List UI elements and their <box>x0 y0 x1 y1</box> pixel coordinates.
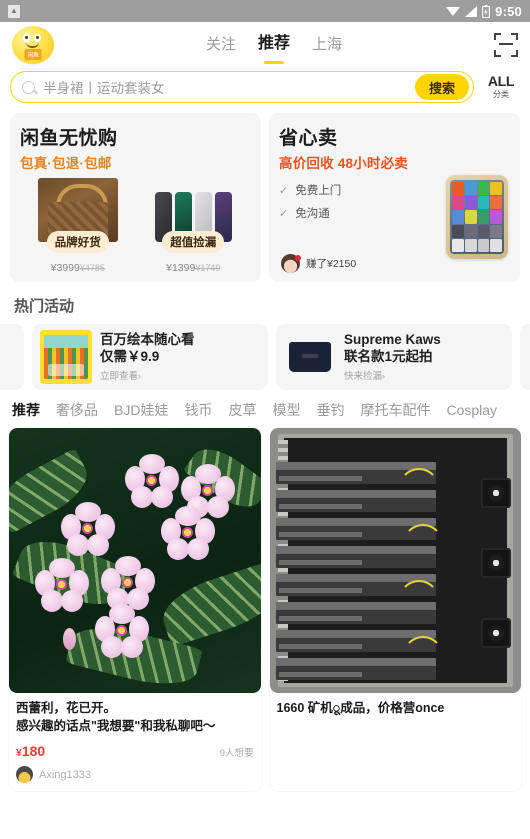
category-tab-fishing[interactable]: 垂钓 <box>316 400 344 420</box>
banner-item-bargain[interactable]: 超值捡漏 ¥1399¥1749 <box>136 178 252 274</box>
product-info: 1660 矿机ू成品，价格营once <box>270 693 522 725</box>
price-original: ¥4785 <box>79 263 105 273</box>
tab-recommend[interactable]: 推荐 <box>258 32 290 57</box>
all-categories-secondary: 分类 <box>493 90 509 99</box>
product-want-count: 9人想要 <box>219 748 254 760</box>
logo-eye-right <box>34 33 41 42</box>
all-categories-primary: ALL <box>487 73 515 89</box>
product-title: 西蕾利，花已开。 感兴趣的话点"我想要"和我私聊吧～ <box>16 701 216 734</box>
product-feed-grid: 西蕾利，花已开。 感兴趣的话点"我想要"和我私聊吧～ ¥180 9人想要 Axi… <box>0 428 530 792</box>
category-tab-fur[interactable]: 皮草 <box>228 400 256 420</box>
category-tab-models[interactable]: 模型 <box>272 400 300 420</box>
banner-items: 品牌好货 ¥3999¥4785 超值捡漏 ¥1399¥1749 <box>20 178 251 274</box>
price-current: ¥3999 <box>50 262 80 274</box>
category-tab-strip[interactable]: 推荐 奢侈品 BJD娃娃 钱币 皮草 模型 垂钓 摩托车配件 Cosplay <box>0 390 530 428</box>
benefit-label: 免沟通 <box>295 208 330 220</box>
price-current: ¥1399 <box>166 262 196 274</box>
search-row: 半身裙丨运动套装女 搜索 ALL 分类 <box>0 67 530 113</box>
product-price-row: ¥180 9人想要 <box>16 743 254 759</box>
product-price: ¥180 <box>16 743 46 760</box>
search-input[interactable]: 半身裙丨运动套装女 搜索 <box>10 71 474 103</box>
search-placeholder: 半身裙丨运动套装女 <box>43 81 165 96</box>
banner-item-pill: 品牌好货 <box>46 231 109 253</box>
logo-badge: 闲鱼 <box>24 48 42 60</box>
status-bar-left: ▲ <box>8 4 20 18</box>
activity-line2: 联名款1元起拍 <box>344 348 433 364</box>
status-bar: ▲ 9:50 <box>0 0 530 22</box>
user-avatar <box>16 766 33 784</box>
activity-action[interactable]: 快来捡漏› <box>344 368 441 382</box>
signal-icon <box>465 5 478 17</box>
benefit-label: 免费上门 <box>295 185 342 197</box>
status-bar-clock: 9:50 <box>495 3 522 19</box>
status-bar-right: 9:50 <box>446 4 522 19</box>
battery-icon <box>482 4 491 18</box>
activity-card-partial[interactable] <box>0 324 24 390</box>
category-tab-bjd-dolls[interactable]: BJD娃娃 <box>114 400 168 420</box>
hot-activities-title: 热门活动 <box>14 298 75 315</box>
gold-iphone-thumb <box>446 175 508 259</box>
top-navigation-bar: 闲鱼 关注 推荐 上海 <box>0 22 530 67</box>
tab-shanghai[interactable]: 上海 <box>312 33 342 57</box>
search-icon <box>22 80 35 94</box>
app-notification-icon: ▲ <box>8 4 20 18</box>
product-title: 1660 矿机ू成品，价格营once <box>276 701 445 715</box>
picture-book-icon <box>40 330 92 384</box>
activity-card-supreme-kaws[interactable]: Supreme Kaws 联名款1元起拍 快来捡漏› <box>276 324 512 390</box>
hot-activities-carousel[interactable]: 百万绘本随心看 仅需￥9.9 立即查看› Supreme Kaws 联名款1元起… <box>0 324 530 390</box>
category-tab-recommend[interactable]: 推荐 <box>12 400 40 420</box>
activity-card-mobile-games[interactable]: 正版手游 专属折扣 1折起› <box>520 324 530 390</box>
banner-subtitle: 包真·包退·包邮 <box>20 156 112 171</box>
product-info: 西蕾利，花已开。 感兴趣的话点"我想要"和我私聊吧～ ¥180 9人想要 Axi… <box>9 693 261 791</box>
promo-banners: 闲鱼无忧购 包真·包退·包邮 品牌好货 ¥3999¥4785 超值捡漏 ¥139… <box>0 113 530 282</box>
category-tab-luxury[interactable]: 奢侈品 <box>56 400 98 420</box>
tshirt-icon <box>284 330 336 384</box>
category-tab-coins[interactable]: 钱币 <box>184 400 212 420</box>
all-categories-button[interactable]: ALL 分类 <box>482 74 520 100</box>
logo-mouth <box>26 42 39 48</box>
banner-easy-sell[interactable]: 省心卖 高价回收 48小时必卖 ✓ 免费上门 ✓ 免沟通 赚了¥2150 <box>269 113 520 282</box>
banner-subtitle: 高价回收 48小时必卖 <box>279 156 408 171</box>
chevron-right-icon: › <box>138 371 142 382</box>
check-icon: ✓ <box>279 207 289 220</box>
product-seller[interactable]: Axing1333 <box>16 766 254 784</box>
banner-item-pill: 超值捡漏 <box>162 231 225 253</box>
gpu-mining-rig-photo[interactable] <box>269 428 521 693</box>
chevron-right-icon: › <box>382 371 386 382</box>
seller-avatar <box>281 254 301 273</box>
seller-earnings-label: 赚了¥2150 <box>306 258 357 270</box>
category-tab-cosplay[interactable]: Cosplay <box>446 402 497 418</box>
activity-line2: 仅需￥9.9 <box>100 348 160 364</box>
banner-item-brand-goods[interactable]: 品牌好货 ¥3999¥4785 <box>20 178 136 274</box>
orchid-plant-photo[interactable] <box>9 428 261 693</box>
banner-item-price: ¥1399¥1749 <box>166 262 220 274</box>
wifi-icon <box>446 7 461 16</box>
banner-item-price: ¥3999¥4785 <box>51 262 105 274</box>
activity-card-picture-book[interactable]: 百万绘本随心看 仅需￥9.9 立即查看› <box>32 324 268 390</box>
tab-follow[interactable]: 关注 <box>206 33 236 57</box>
seller-testimonial: 赚了¥2150 <box>281 254 356 273</box>
banner-worry-free-purchase[interactable]: 闲鱼无忧购 包真·包退·包邮 品牌好货 ¥3999¥4785 超值捡漏 ¥139… <box>10 113 261 282</box>
logo-eye-left <box>23 33 30 42</box>
app-logo[interactable]: 闲鱼 <box>12 25 54 64</box>
product-card-orchid[interactable]: 西蕾利，花已开。 感兴趣的话点"我想要"和我私聊吧～ ¥180 9人想要 Axi… <box>9 428 261 792</box>
activity-action[interactable]: 立即查看› <box>100 368 195 382</box>
banner-title: 省心卖 <box>279 128 338 149</box>
activity-line1: Supreme Kaws <box>344 331 441 347</box>
banner-title: 闲鱼无忧购 <box>20 128 118 149</box>
price-original: ¥1749 <box>195 263 221 273</box>
check-icon: ✓ <box>279 184 289 197</box>
product-seller-name: Axing1333 <box>39 768 91 781</box>
scan-icon[interactable] <box>493 32 518 57</box>
product-card-mining-rig[interactable]: 1660 矿机ू成品，价格营once <box>269 428 522 792</box>
activity-line1: 百万绘本随心看 <box>100 331 195 347</box>
category-tab-motorcycle-parts[interactable]: 摩托车配件 <box>360 400 430 420</box>
nav-tabs: 关注 推荐 上海 <box>206 32 342 57</box>
search-button[interactable]: 搜索 <box>414 74 469 100</box>
